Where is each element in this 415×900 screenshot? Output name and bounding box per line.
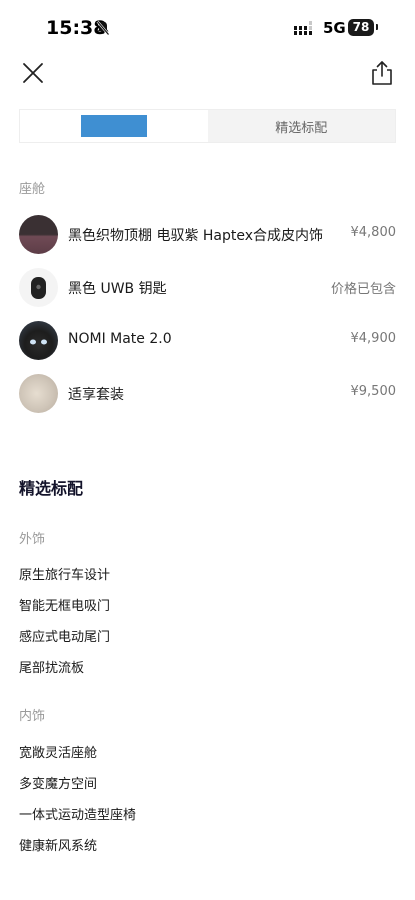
list-item-cabin-3[interactable]: 适享套装 ¥9,500 bbox=[19, 373, 396, 413]
feature-item: 感应式电动尾门 bbox=[19, 630, 111, 645]
list-item-cabin-0[interactable]: 黑色织物顶棚 电驭紫 Haptex合成皮内饰 ¥4,800 bbox=[19, 214, 396, 254]
network-type: 5G bbox=[323, 19, 346, 37]
featured-title: 精选标配 bbox=[19, 479, 84, 498]
nomi-thumbnail bbox=[19, 321, 58, 360]
section-label-exterior: 外饰 bbox=[19, 532, 46, 547]
item-name: 适享套装 bbox=[68, 387, 124, 403]
feature-item: 多变魔方空间 bbox=[19, 777, 98, 792]
battery-tip bbox=[376, 24, 378, 30]
share-icon[interactable] bbox=[370, 60, 394, 86]
tab-featured-standard[interactable]: 精选标配 bbox=[208, 110, 396, 142]
item-price: ¥4,900 bbox=[350, 331, 397, 346]
fabric-thumbnail bbox=[19, 215, 58, 254]
section-label-interior: 内饰 bbox=[19, 709, 46, 724]
battery-indicator: 78 bbox=[348, 19, 374, 36]
item-price: ¥9,500 bbox=[350, 384, 397, 399]
item-name: 黑色织物顶棚 电驭紫 Haptex合成皮内饰 bbox=[68, 228, 324, 244]
list-item-cabin-2[interactable]: NOMI Mate 2.0 ¥4,900 bbox=[19, 320, 396, 360]
uwb-key-image bbox=[31, 277, 46, 299]
redacted-label bbox=[80, 115, 147, 137]
tab-redacted[interactable] bbox=[20, 110, 208, 142]
item-name: NOMI Mate 2.0 bbox=[68, 331, 172, 347]
feature-item: 原生旅行车设计 bbox=[19, 568, 111, 583]
feature-item: 宽敞灵活座舱 bbox=[19, 746, 98, 761]
section-label-cabin: 座舱 bbox=[19, 182, 46, 197]
comfort-thumbnail bbox=[19, 374, 58, 413]
config-tabs: 精选标配 bbox=[19, 109, 396, 143]
item-name: 黑色 UWB 钥匙 bbox=[68, 281, 167, 297]
bell-slash-icon bbox=[96, 20, 110, 36]
list-item-cabin-1[interactable]: 黑色 UWB 钥匙 价格已包含 bbox=[19, 267, 396, 307]
feature-item: 智能无框电吸门 bbox=[19, 599, 111, 614]
status-bar: 15:38 5G 78 bbox=[0, 0, 415, 56]
signal-icon bbox=[294, 21, 312, 35]
item-price: 价格已包含 bbox=[330, 282, 396, 297]
key-thumbnail bbox=[19, 268, 58, 307]
feature-item: 一体式运动造型座椅 bbox=[19, 808, 137, 823]
close-icon[interactable] bbox=[20, 60, 46, 86]
feature-item: 尾部扰流板 bbox=[19, 661, 85, 676]
item-price: ¥4,800 bbox=[350, 225, 397, 240]
feature-item: 健康新风系统 bbox=[19, 839, 98, 854]
nomi-face-image bbox=[30, 339, 47, 345]
